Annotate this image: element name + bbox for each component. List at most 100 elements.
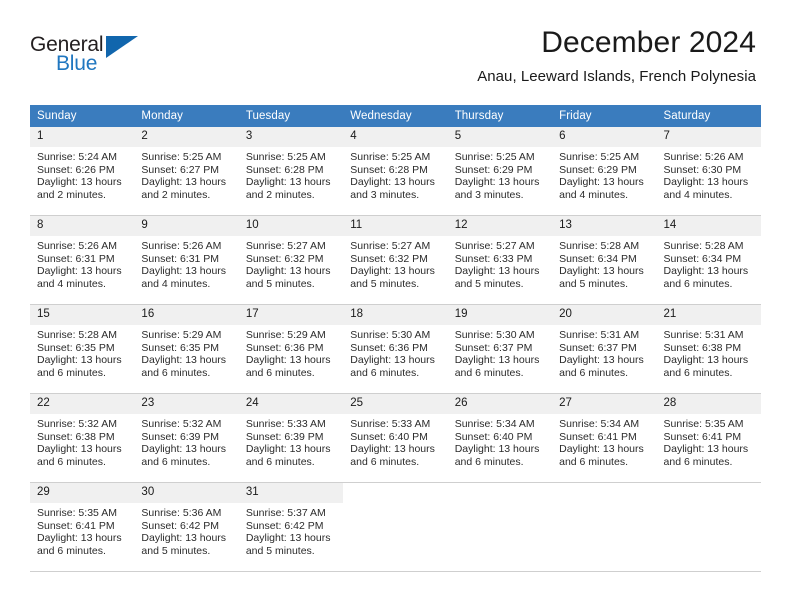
daylight-text-line1: Daylight: 13 hours: [245, 443, 331, 456]
day-cell[interactable]: 12 Sunrise: 5:27 AM Sunset: 6:33 PM Dayl…: [447, 216, 553, 305]
daylight-text-line2: and 6 minutes.: [663, 455, 733, 468]
sunrise-text: Sunrise: 5:34 AM: [559, 418, 640, 430]
day-cell[interactable]: 8 Sunrise: 5:26 AM Sunset: 6:31 PM Dayli…: [30, 216, 135, 305]
daylight-text-line1: Daylight: 13 hours: [141, 532, 227, 545]
sunrise-text: Sunrise: 5:27 AM: [454, 240, 535, 252]
location-subtitle: Anau, Leeward Islands, French Polynesia: [477, 67, 756, 85]
day-cell[interactable]: 28 Sunrise: 5:35 AM Sunset: 6:41 PM Dayl…: [656, 394, 761, 483]
day-cell[interactable]: 17 Sunrise: 5:29 AM Sunset: 6:36 PM Dayl…: [238, 305, 344, 394]
sunrise-text: Sunrise: 5:35 AM: [663, 418, 744, 430]
daylight-text-line2: and 6 minutes.: [663, 366, 733, 379]
day-cell-empty: [447, 483, 553, 572]
day-cell[interactable]: 23 Sunrise: 5:32 AM Sunset: 6:39 PM Dayl…: [134, 394, 239, 483]
day-cell[interactable]: 20 Sunrise: 5:31 AM Sunset: 6:37 PM Dayl…: [552, 305, 657, 394]
sunrise-text: Sunrise: 5:29 AM: [141, 329, 222, 341]
sunset-text: Sunset: 6:35 PM: [37, 341, 115, 354]
daylight-text-line2: and 6 minutes.: [141, 366, 211, 379]
day-cell[interactable]: 21 Sunrise: 5:31 AM Sunset: 6:38 PM Dayl…: [656, 305, 761, 394]
page-title: December 2024: [541, 26, 756, 59]
sunset-text: Sunset: 6:28 PM: [245, 163, 324, 176]
weekday-header-saturday: Saturday: [656, 105, 761, 127]
day-cell[interactable]: 15 Sunrise: 5:28 AM Sunset: 6:35 PM Dayl…: [30, 305, 135, 394]
day-cell[interactable]: 6 Sunrise: 5:25 AM Sunset: 6:29 PM Dayli…: [552, 127, 657, 216]
day-cell[interactable]: 19 Sunrise: 5:30 AM Sunset: 6:37 PM Dayl…: [447, 305, 553, 394]
sunrise-text: Sunrise: 5:34 AM: [454, 418, 535, 430]
calendar-page: General Blue December 2024 Anau, Leeward…: [0, 0, 792, 612]
day-details: Sunrise: 5:34 AM Sunset: 6:40 PM Dayligh…: [448, 414, 552, 468]
daylight-text-line2: and 3 minutes.: [350, 188, 420, 201]
sunset-text: Sunset: 6:35 PM: [141, 341, 220, 354]
daylight-text-line2: and 6 minutes.: [37, 455, 106, 468]
day-number: 5: [447, 127, 553, 147]
day-cell[interactable]: 2 Sunrise: 5:25 AM Sunset: 6:27 PM Dayli…: [134, 127, 239, 216]
day-details: Sunrise: 5:27 AM Sunset: 6:32 PM Dayligh…: [239, 236, 343, 290]
day-cell[interactable]: 3 Sunrise: 5:25 AM Sunset: 6:28 PM Dayli…: [238, 127, 344, 216]
day-cell[interactable]: 13 Sunrise: 5:28 AM Sunset: 6:34 PM Dayl…: [552, 216, 657, 305]
daylight-text-line1: Daylight: 13 hours: [350, 443, 435, 456]
daylight-text-line1: Daylight: 13 hours: [350, 176, 435, 189]
day-cell[interactable]: 11 Sunrise: 5:27 AM Sunset: 6:32 PM Dayl…: [343, 216, 448, 305]
daylight-text-line1: Daylight: 13 hours: [245, 354, 331, 367]
sunset-text: Sunset: 6:39 PM: [245, 430, 324, 443]
sunrise-text: Sunrise: 5:28 AM: [559, 240, 640, 252]
day-cell[interactable]: 30 Sunrise: 5:36 AM Sunset: 6:42 PM Dayl…: [134, 483, 239, 572]
day-cell[interactable]: 22 Sunrise: 5:32 AM Sunset: 6:38 PM Dayl…: [30, 394, 135, 483]
calendar-week-row: 15 Sunrise: 5:28 AM Sunset: 6:35 PM Dayl…: [30, 305, 761, 394]
sunrise-text: Sunrise: 5:24 AM: [37, 151, 117, 163]
day-cell[interactable]: 7 Sunrise: 5:26 AM Sunset: 6:30 PM Dayli…: [656, 127, 761, 216]
sunrise-text: Sunrise: 5:27 AM: [350, 240, 431, 252]
sunset-text: Sunset: 6:29 PM: [559, 163, 637, 176]
day-cell[interactable]: 31 Sunrise: 5:37 AM Sunset: 6:42 PM Dayl…: [238, 483, 344, 572]
daylight-text-line1: Daylight: 13 hours: [454, 265, 540, 278]
weekday-header-monday: Monday: [134, 105, 239, 127]
calendar-week-row: 8 Sunrise: 5:26 AM Sunset: 6:31 PM Dayli…: [30, 216, 761, 305]
sunrise-text: Sunrise: 5:26 AM: [141, 240, 222, 252]
weekday-header-wednesday: Wednesday: [343, 105, 448, 127]
day-number: 8: [30, 216, 135, 236]
sunset-text: Sunset: 6:38 PM: [663, 341, 742, 354]
day-number: 31: [238, 483, 344, 503]
day-cell[interactable]: 25 Sunrise: 5:33 AM Sunset: 6:40 PM Dayl…: [343, 394, 448, 483]
day-cell[interactable]: 5 Sunrise: 5:25 AM Sunset: 6:29 PM Dayli…: [447, 127, 553, 216]
daylight-text-line2: and 6 minutes.: [37, 366, 106, 379]
day-details: Sunrise: 5:26 AM Sunset: 6:30 PM Dayligh…: [657, 147, 761, 201]
day-cell[interactable]: 10 Sunrise: 5:27 AM Sunset: 6:32 PM Dayl…: [238, 216, 344, 305]
day-details: Sunrise: 5:30 AM Sunset: 6:37 PM Dayligh…: [448, 325, 552, 379]
sunrise-text: Sunrise: 5:27 AM: [245, 240, 326, 252]
day-cell[interactable]: 29 Sunrise: 5:35 AM Sunset: 6:41 PM Dayl…: [30, 483, 135, 572]
day-cell[interactable]: 14 Sunrise: 5:28 AM Sunset: 6:34 PM Dayl…: [656, 216, 761, 305]
day-details: Sunrise: 5:35 AM Sunset: 6:41 PM Dayligh…: [30, 503, 134, 557]
sunrise-text: Sunrise: 5:31 AM: [663, 329, 744, 341]
day-number: 24: [238, 394, 344, 414]
daylight-text-line2: and 6 minutes.: [350, 366, 420, 379]
daylight-text-line1: Daylight: 13 hours: [663, 176, 749, 189]
sunrise-text: Sunrise: 5:28 AM: [37, 329, 117, 341]
day-cell[interactable]: 9 Sunrise: 5:26 AM Sunset: 6:31 PM Dayli…: [134, 216, 239, 305]
day-number: [552, 483, 656, 503]
day-cell[interactable]: 18 Sunrise: 5:30 AM Sunset: 6:36 PM Dayl…: [343, 305, 448, 394]
day-number: [343, 483, 447, 503]
general-blue-logo[interactable]: General Blue: [30, 34, 142, 78]
day-number: [657, 483, 761, 503]
daylight-text-line2: and 5 minutes.: [454, 277, 524, 290]
sunset-text: Sunset: 6:29 PM: [454, 163, 533, 176]
title-block: December 2024 Anau, Leeward Islands, Fre…: [477, 26, 756, 85]
day-number: 28: [656, 394, 761, 414]
day-cell[interactable]: 26 Sunrise: 5:34 AM Sunset: 6:40 PM Dayl…: [447, 394, 553, 483]
sunset-text: Sunset: 6:33 PM: [454, 252, 533, 265]
day-cell[interactable]: 24 Sunrise: 5:33 AM Sunset: 6:39 PM Dayl…: [238, 394, 344, 483]
daylight-text-line1: Daylight: 13 hours: [559, 354, 644, 367]
sunset-text: Sunset: 6:32 PM: [350, 252, 428, 265]
daylight-text-line2: and 6 minutes.: [37, 544, 106, 557]
daylight-text-line2: and 5 minutes.: [245, 544, 315, 557]
daylight-text-line2: and 6 minutes.: [245, 455, 315, 468]
daylight-text-line1: Daylight: 13 hours: [559, 176, 644, 189]
day-cell[interactable]: 27 Sunrise: 5:34 AM Sunset: 6:41 PM Dayl…: [552, 394, 657, 483]
daylight-text-line2: and 2 minutes.: [141, 188, 211, 201]
day-cell[interactable]: 1 Sunrise: 5:24 AM Sunset: 6:26 PM Dayli…: [30, 127, 135, 216]
day-cell[interactable]: 4 Sunrise: 5:25 AM Sunset: 6:28 PM Dayli…: [343, 127, 448, 216]
day-cell[interactable]: 16 Sunrise: 5:29 AM Sunset: 6:35 PM Dayl…: [134, 305, 239, 394]
sunrise-text: Sunrise: 5:32 AM: [141, 418, 222, 430]
day-details: Sunrise: 5:35 AM Sunset: 6:41 PM Dayligh…: [657, 414, 761, 468]
daylight-text-line2: and 3 minutes.: [454, 188, 524, 201]
